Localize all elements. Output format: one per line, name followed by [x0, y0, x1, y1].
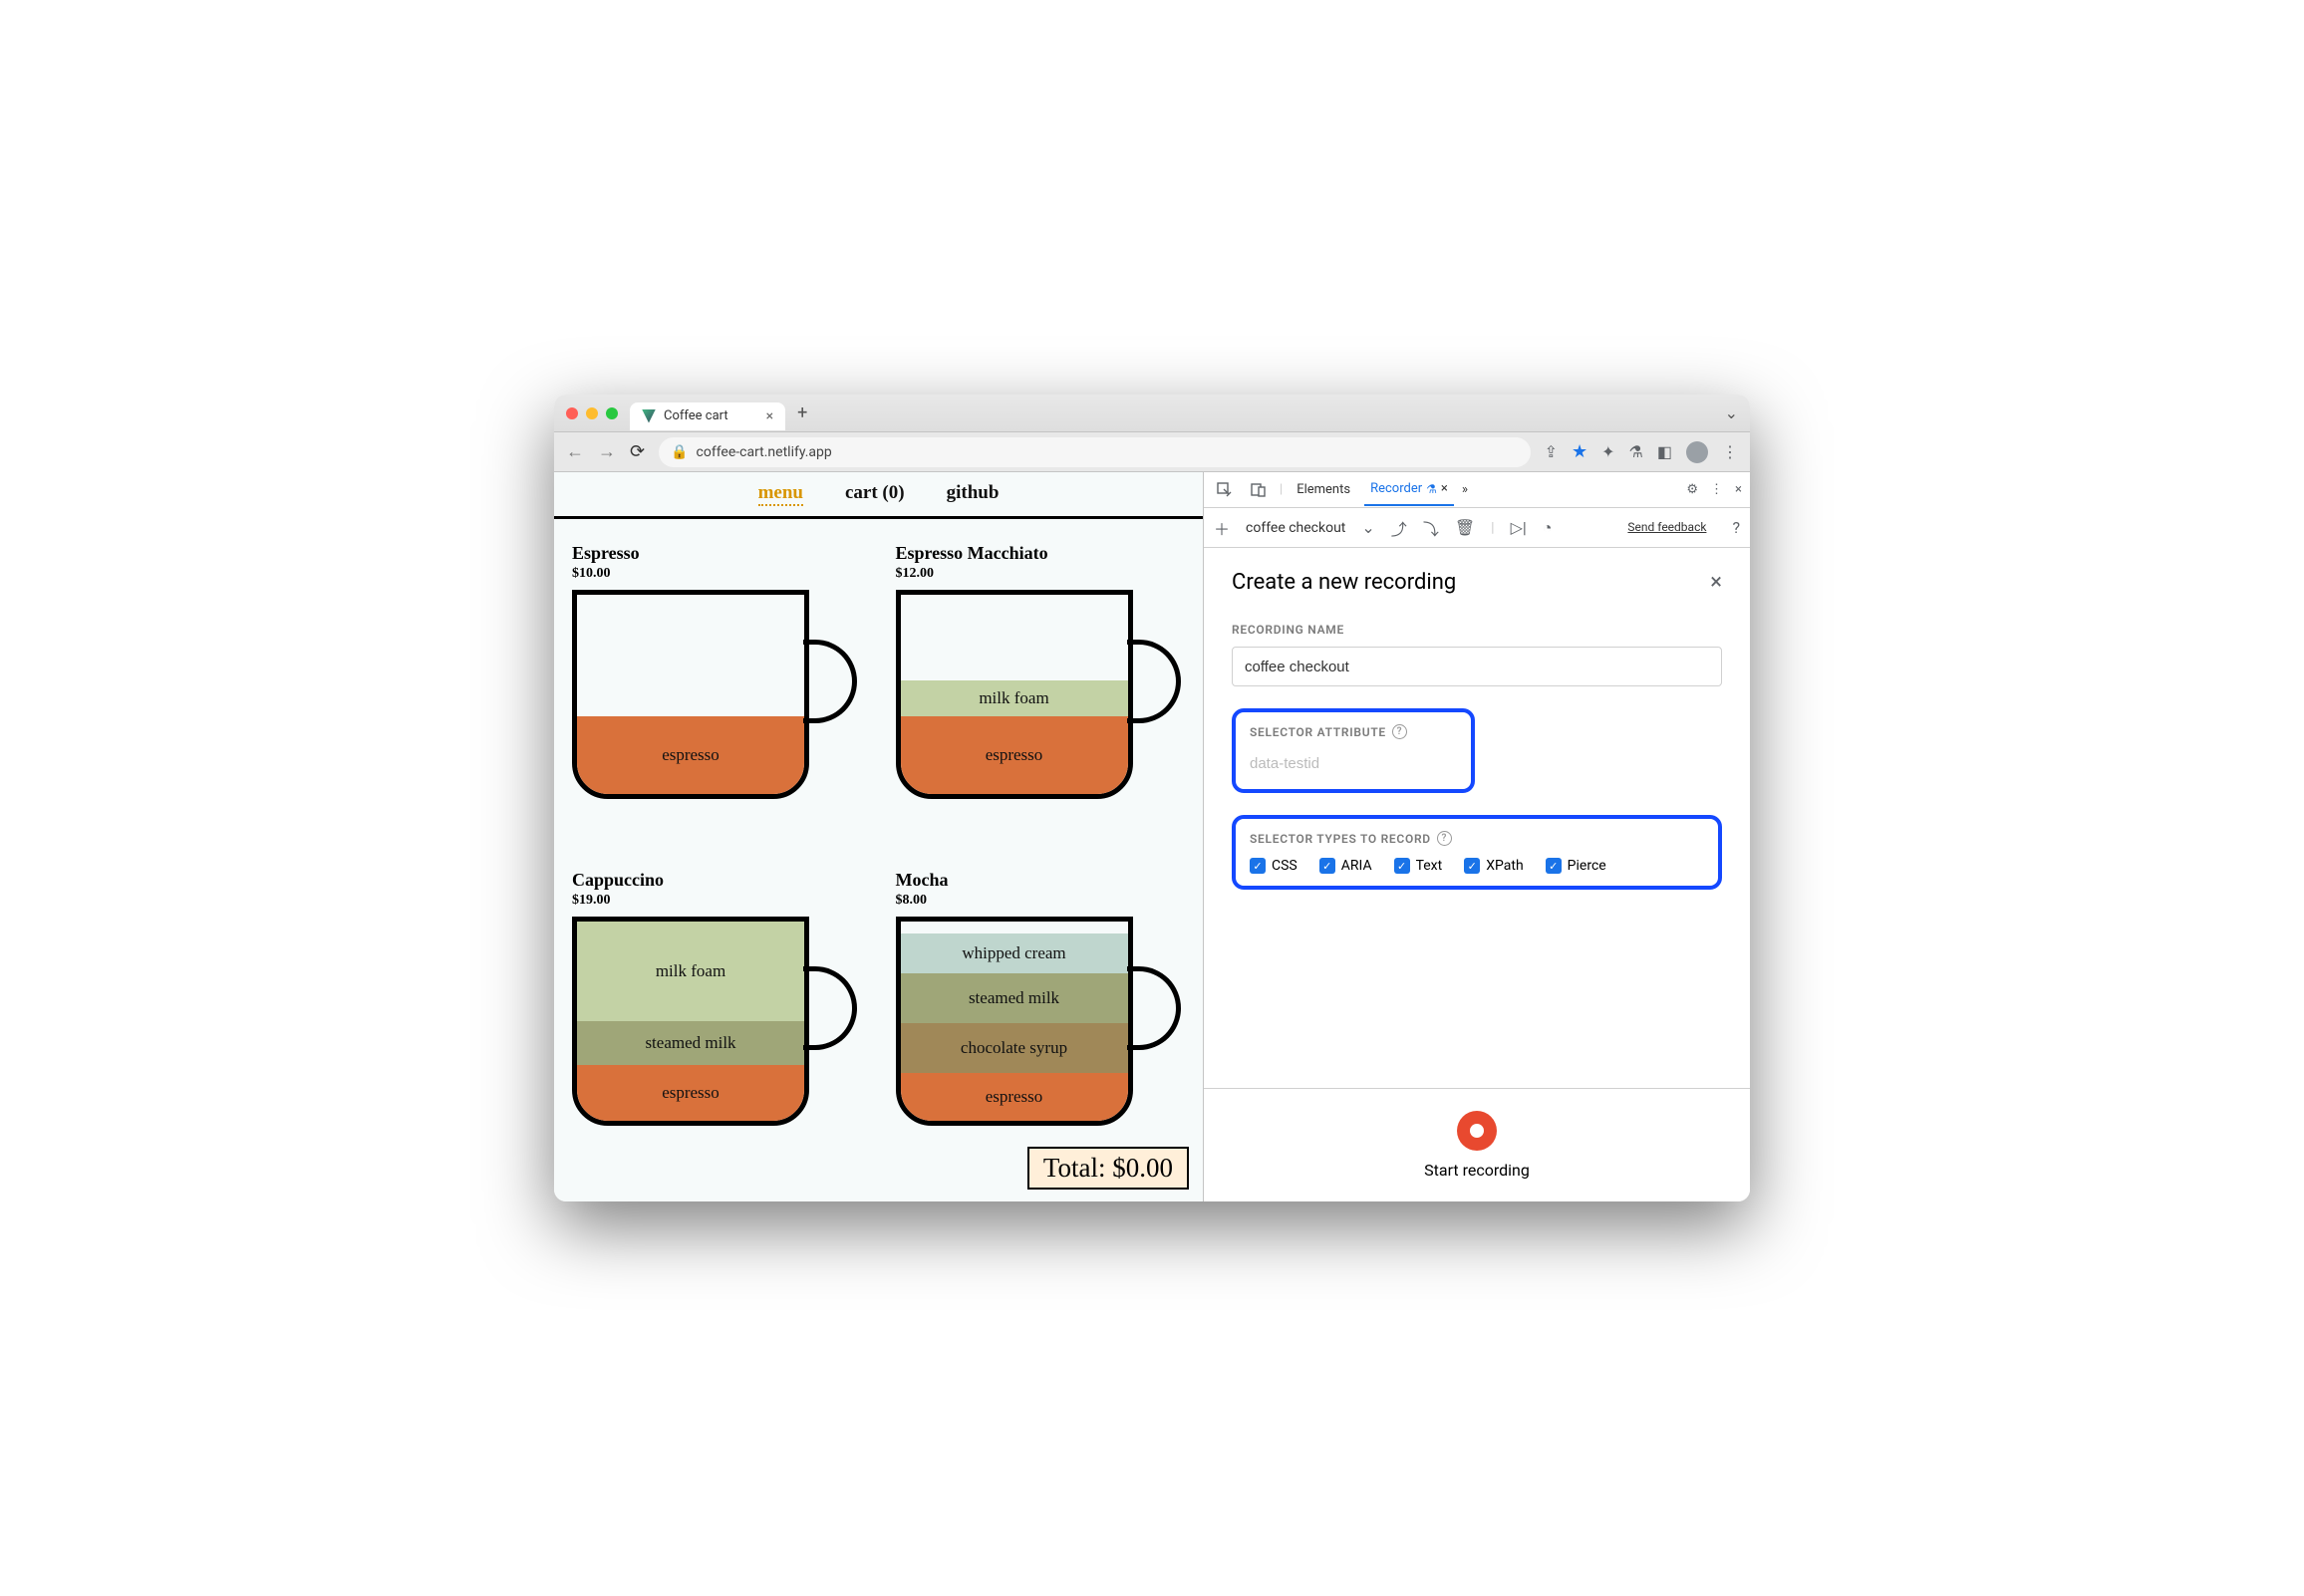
import-icon[interactable]: ⤵ — [1423, 516, 1439, 540]
product-price: $19.00 — [572, 893, 862, 909]
performance-icon[interactable]: ◔ — [1543, 518, 1553, 538]
nav-cart[interactable]: cart (0) — [845, 482, 905, 506]
recording-name-field: RECORDING NAME — [1232, 623, 1722, 686]
new-tab-button[interactable]: + — [797, 402, 807, 423]
help-icon[interactable]: ? — [1732, 518, 1740, 537]
delete-icon[interactable]: 🗑 — [1455, 518, 1475, 537]
tabs-menu-button[interactable]: ⌄ — [1725, 403, 1738, 422]
selector-attr-input[interactable] — [1250, 749, 1457, 777]
site-nav: menu cart (0) github — [554, 472, 1203, 516]
url-text: coffee-cart.netlify.app — [697, 444, 832, 460]
product-mocha[interactable]: Mocha $8.00 whipped cream steamed milk c… — [896, 870, 1186, 1179]
inspect-icon[interactable] — [1212, 482, 1238, 498]
selector-attr-label: SELECTOR ATTRIBUTE — [1250, 725, 1386, 739]
product-name: Cappuccino — [572, 870, 862, 891]
forward-button[interactable]: → — [598, 441, 616, 462]
start-recording-label: Start recording — [1424, 1161, 1530, 1180]
recorder-toolbar: ＋ coffee checkout ⌄ ⤴ ⤵ 🗑 | ▷| ◔ Send fe… — [1204, 508, 1750, 548]
close-tab-icon[interactable]: × — [1441, 481, 1448, 496]
reload-button[interactable]: ⟳ — [630, 441, 645, 462]
layer-steamed-milk: steamed milk — [901, 973, 1128, 1023]
tab-elements[interactable]: Elements — [1291, 474, 1356, 505]
cart-total[interactable]: Total: $0.00 — [1027, 1147, 1189, 1190]
layer-espresso: espresso — [577, 716, 804, 794]
recording-name-input[interactable] — [1232, 647, 1722, 686]
window-controls — [566, 407, 618, 419]
start-recording-button[interactable] — [1457, 1111, 1497, 1151]
checkbox-aria[interactable]: ✓ARIA — [1319, 858, 1372, 874]
layer-whipped-cream: whipped cream — [901, 933, 1128, 973]
product-price: $12.00 — [896, 566, 1186, 582]
selector-types-field: SELECTOR TYPES TO RECORD? ✓CSS ✓ARIA ✓Te… — [1232, 815, 1722, 890]
layer-espresso: espresso — [901, 1073, 1128, 1121]
vue-icon — [642, 409, 656, 423]
checkbox-css[interactable]: ✓CSS — [1250, 858, 1297, 874]
recording-name-label: RECORDING NAME — [1232, 623, 1722, 637]
page-content: menu cart (0) github Espresso $10.00 esp… — [554, 472, 1204, 1201]
more-tabs-button[interactable]: » — [1462, 482, 1468, 497]
selector-types-label: SELECTOR TYPES TO RECORD — [1250, 832, 1431, 846]
flow-dropdown-icon[interactable]: ⌄ — [1361, 518, 1374, 537]
checkbox-xpath[interactable]: ✓XPath — [1464, 858, 1523, 874]
devtools-menu-icon[interactable]: ⋮ — [1710, 482, 1723, 497]
product-name: Mocha — [896, 870, 1186, 891]
tab-recorder[interactable]: Recorder ⚗ × — [1364, 473, 1454, 506]
share-icon[interactable]: ⇪ — [1545, 442, 1558, 461]
devtools-tabstrip: | Elements Recorder ⚗ × » ⚙ ⋮ × — [1204, 472, 1750, 508]
address-bar: ← → ⟳ 🔒 coffee-cart.netlify.app ⇪ ★ ✦ ⚗ … — [554, 432, 1750, 472]
product-espresso[interactable]: Espresso $10.00 espresso — [572, 543, 862, 852]
help-icon[interactable]: ? — [1437, 831, 1452, 846]
product-name: Espresso — [572, 543, 862, 564]
export-icon[interactable]: ⤴ — [1391, 516, 1407, 540]
labs-icon[interactable]: ⚗ — [1629, 442, 1643, 461]
close-window-button[interactable] — [566, 407, 578, 419]
layer-milk-foam: milk foam — [577, 922, 804, 1021]
flow-name[interactable]: coffee checkout — [1246, 520, 1345, 536]
close-devtools-icon[interactable]: × — [1735, 482, 1742, 497]
back-button[interactable]: ← — [566, 441, 584, 462]
recorder-footer: Start recording — [1204, 1088, 1750, 1201]
product-price: $10.00 — [572, 566, 862, 582]
browser-tab[interactable]: Coffee cart × — [630, 402, 785, 430]
profile-avatar[interactable] — [1686, 441, 1708, 463]
settings-icon[interactable]: ⚙ — [1686, 482, 1698, 497]
checkbox-pierce[interactable]: ✓Pierce — [1546, 858, 1606, 874]
sidepanel-icon[interactable]: ◧ — [1657, 442, 1672, 461]
devtools-panel: | Elements Recorder ⚗ × » ⚙ ⋮ × ＋ coffee… — [1204, 472, 1750, 1201]
product-macchiato[interactable]: Espresso Macchiato $12.00 milk foam espr… — [896, 543, 1186, 852]
flask-icon: ⚗ — [1426, 482, 1437, 496]
omnibox[interactable]: 🔒 coffee-cart.netlify.app — [659, 437, 1530, 467]
bookmark-icon[interactable]: ★ — [1572, 441, 1587, 462]
minimize-window-button[interactable] — [586, 407, 598, 419]
product-cappuccino[interactable]: Cappuccino $19.00 milk foam steamed milk… — [572, 870, 862, 1179]
layer-steamed-milk: steamed milk — [577, 1021, 804, 1065]
device-toggle-icon[interactable] — [1246, 482, 1272, 498]
selector-attribute-field: SELECTOR ATTRIBUTE? — [1232, 708, 1722, 793]
recorder-create-panel: Create a new recording × RECORDING NAME … — [1204, 548, 1750, 1088]
browser-menu-icon[interactable]: ⋮ — [1722, 442, 1738, 461]
maximize-window-button[interactable] — [606, 407, 618, 419]
new-recording-icon[interactable]: ＋ — [1214, 516, 1230, 540]
product-name: Espresso Macchiato — [896, 543, 1186, 564]
send-feedback-link[interactable]: Send feedback — [1627, 520, 1706, 534]
layer-espresso: espresso — [901, 716, 1128, 794]
product-price: $8.00 — [896, 893, 1186, 909]
browser-window: Coffee cart × + ⌄ ← → ⟳ 🔒 coffee-cart.ne… — [554, 395, 1750, 1201]
close-panel-button[interactable]: × — [1710, 570, 1722, 595]
layer-milk-foam: milk foam — [901, 680, 1128, 716]
tab-title: Coffee cart — [664, 408, 728, 423]
panel-title: Create a new recording — [1232, 570, 1456, 595]
checkbox-text[interactable]: ✓Text — [1394, 858, 1443, 874]
extensions-icon[interactable]: ✦ — [1601, 442, 1614, 461]
replay-icon[interactable]: ▷| — [1511, 518, 1527, 537]
close-tab-button[interactable]: × — [766, 408, 773, 424]
nav-menu[interactable]: menu — [758, 482, 803, 506]
layer-espresso: espresso — [577, 1065, 804, 1121]
layer-chocolate-syrup: chocolate syrup — [901, 1023, 1128, 1073]
help-icon[interactable]: ? — [1392, 724, 1407, 739]
lock-icon: 🔒 — [671, 444, 688, 460]
nav-github[interactable]: github — [947, 482, 1000, 506]
titlebar: Coffee cart × + ⌄ — [554, 395, 1750, 432]
